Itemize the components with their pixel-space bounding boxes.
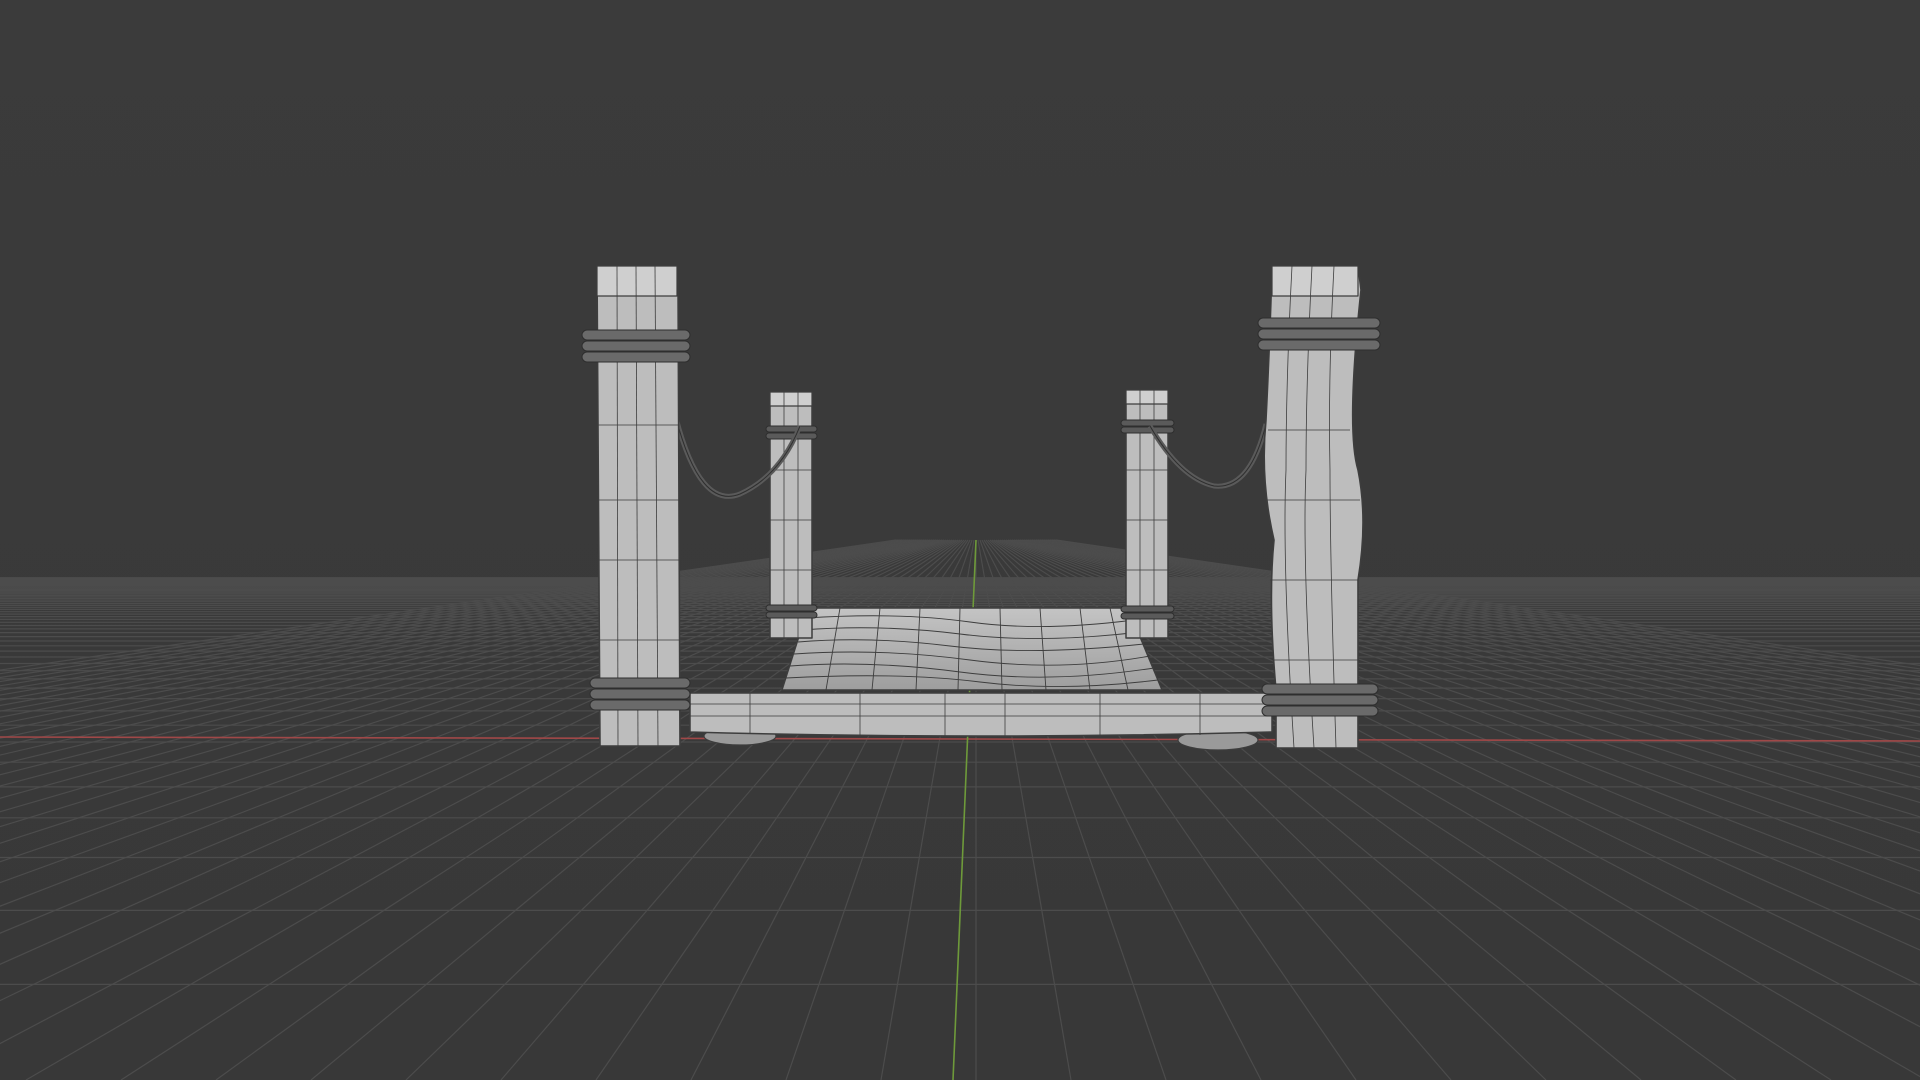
bridge-deck[interactable] — [781, 607, 1163, 691]
back-left-post[interactable] — [765, 391, 818, 639]
back-right-post[interactable] — [1120, 389, 1175, 639]
3d-viewport[interactable] — [0, 0, 1920, 1080]
viewport-canvas[interactable] — [0, 0, 1920, 1080]
